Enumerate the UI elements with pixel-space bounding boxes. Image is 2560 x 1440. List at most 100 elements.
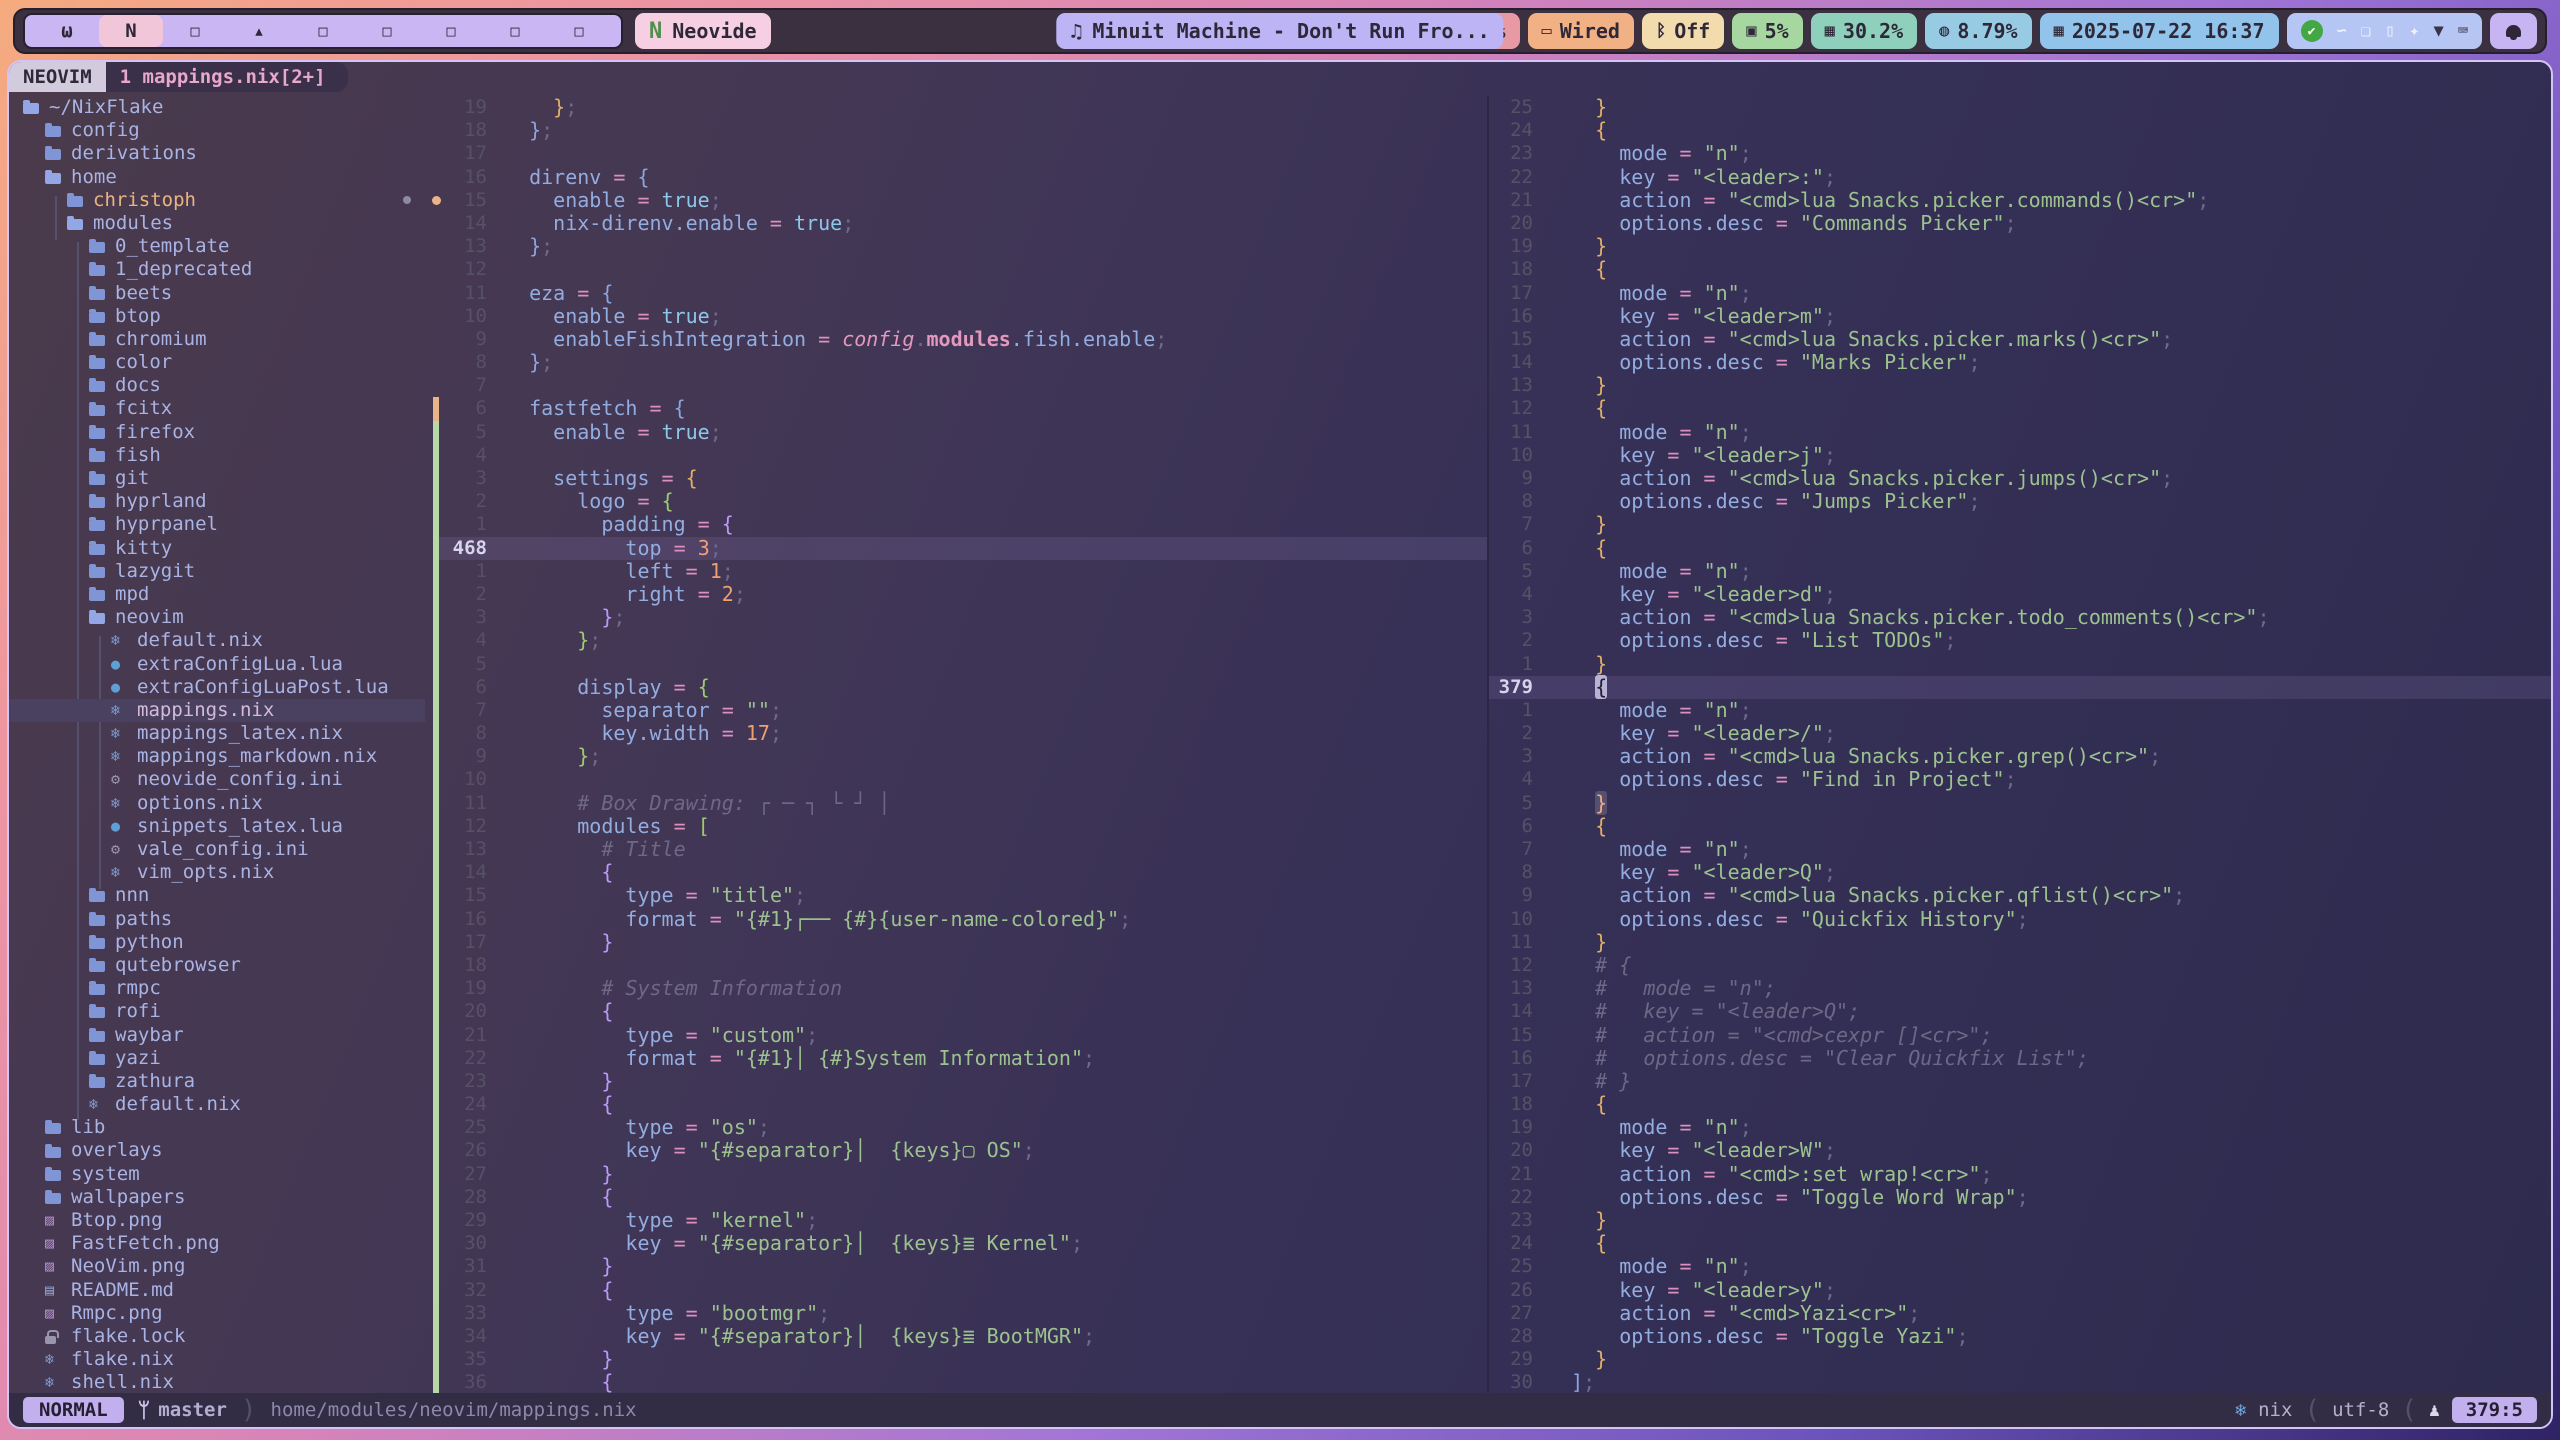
- tree-item-mappings-latex-nix[interactable]: ❄mappings_latex.nix: [9, 722, 425, 745]
- code-line[interactable]: 21 action = "<cmd>lua Snacks.picker.comm…: [1489, 189, 2551, 212]
- tray-triangle-icon[interactable]: ▼: [2434, 21, 2444, 41]
- tree-item-neovim[interactable]: neovim: [9, 606, 425, 629]
- tree-item-zathura[interactable]: zathura: [9, 1070, 425, 1093]
- code-line[interactable]: 22 options.desc = "Toggle Word Wrap";: [1489, 1186, 2551, 1209]
- workspace-square-icon[interactable]: □: [355, 15, 419, 47]
- code-line[interactable]: 12 modules = [: [433, 815, 1487, 838]
- code-line[interactable]: 32 {: [433, 1279, 1487, 1302]
- tree-item-color[interactable]: color: [9, 351, 425, 374]
- code-line[interactable]: 9 action = "<cmd>lua Snacks.picker.qflis…: [1489, 884, 2551, 907]
- code-line[interactable]: 20 options.desc = "Commands Picker";: [1489, 212, 2551, 235]
- tray-window-icon[interactable]: ❏: [2361, 21, 2371, 41]
- tree-item--nixflake[interactable]: ~/NixFlake: [9, 96, 425, 119]
- code-line[interactable]: 23 mode = "n";: [1489, 142, 2551, 165]
- active-window-pill[interactable]: N Neovide: [635, 13, 771, 49]
- code-line[interactable]: 6 display = {: [433, 676, 1487, 699]
- code-line[interactable]: 12 {: [1489, 397, 2551, 420]
- code-line[interactable]: 16 direnv = {: [433, 166, 1487, 189]
- code-line[interactable]: 10 enable = true;: [433, 305, 1487, 328]
- code-line[interactable]: 9 };: [433, 745, 1487, 768]
- code-line[interactable]: 2 logo = {: [433, 490, 1487, 513]
- code-line[interactable]: 30 key = "{#separator}│ {keys}≣ Kernel";: [433, 1232, 1487, 1255]
- code-line[interactable]: 5: [433, 653, 1487, 676]
- code-line[interactable]: 7 }: [1489, 513, 2551, 536]
- tree-item-system[interactable]: system: [9, 1163, 425, 1186]
- code-line[interactable]: 5 mode = "n";: [1489, 560, 2551, 583]
- code-line[interactable]: 7 mode = "n";: [1489, 838, 2551, 861]
- code-line[interactable]: 13 };: [433, 235, 1487, 258]
- workspace-square-icon[interactable]: □: [291, 15, 355, 47]
- code-line[interactable]: 16 # options.desc = "Clear Quickfix List…: [1489, 1047, 2551, 1070]
- tray-phone-icon[interactable]: ▯: [2385, 21, 2395, 41]
- workspace-square-icon[interactable]: □: [483, 15, 547, 47]
- code-line[interactable]: 10 options.desc = "Quickfix History";: [1489, 908, 2551, 931]
- tree-item-yazi[interactable]: yazi: [9, 1047, 425, 1070]
- tree-item-neovide-config-ini[interactable]: ⚙neovide_config.ini: [9, 768, 425, 791]
- tree-item-firefox[interactable]: firefox: [9, 421, 425, 444]
- code-line[interactable]: 17: [433, 142, 1487, 165]
- code-line[interactable]: 28 {: [433, 1186, 1487, 1209]
- code-line[interactable]: 21 action = "<cmd>:set wrap!<cr>";: [1489, 1163, 2551, 1186]
- code-line[interactable]: 30 ];: [1489, 1371, 2551, 1393]
- code-line[interactable]: 25 mode = "n";: [1489, 1255, 2551, 1278]
- tree-item-1-deprecated[interactable]: 1_deprecated: [9, 258, 425, 281]
- code-line[interactable]: 4 };: [433, 629, 1487, 652]
- code-line[interactable]: 24 {: [1489, 119, 2551, 142]
- code-line[interactable]: 8 key = "<leader>Q";: [1489, 861, 2551, 884]
- tree-item-vim-opts-nix[interactable]: ❄vim_opts.nix: [9, 861, 425, 884]
- code-line[interactable]: 5 enable = true;: [433, 421, 1487, 444]
- code-line[interactable]: 5 }: [1489, 792, 2551, 815]
- tree-item-fastfetch-png[interactable]: ▨FastFetch.png: [9, 1232, 425, 1255]
- tree-item-nnn[interactable]: nnn: [9, 884, 425, 907]
- code-line[interactable]: 8 options.desc = "Jumps Picker";: [1489, 490, 2551, 513]
- code-line[interactable]: 20 {: [433, 1000, 1487, 1023]
- editor-pane-right[interactable]: 25 }24 {23 mode = "n";22 key = "<leader>…: [1487, 96, 2551, 1393]
- code-line[interactable]: 27 }: [433, 1163, 1487, 1186]
- code-line[interactable]: 3 action = "<cmd>lua Snacks.picker.grep(…: [1489, 745, 2551, 768]
- disk-widget[interactable]: ◍8.79%: [1925, 13, 2031, 49]
- tree-item-wallpapers[interactable]: wallpapers: [9, 1186, 425, 1209]
- tree-item-shell-nix[interactable]: ❄shell.nix: [9, 1371, 425, 1393]
- code-line[interactable]: 15 # action = "<cmd>cexpr []<cr>";: [1489, 1024, 2551, 1047]
- system-tray[interactable]: ✔∽❏▯✦▼⌨: [2287, 13, 2483, 49]
- tree-item-mpd[interactable]: mpd: [9, 583, 425, 606]
- code-line[interactable]: 6 {: [1489, 537, 2551, 560]
- code-line[interactable]: 29 }: [1489, 1348, 2551, 1371]
- code-line[interactable]: 16 key = "<leader>m";: [1489, 305, 2551, 328]
- tree-item-rmpc-png[interactable]: ▨Rmpc.png: [9, 1302, 425, 1325]
- code-line[interactable]: 18 {: [1489, 258, 2551, 281]
- code-line[interactable]: 22 key = "<leader>:";: [1489, 166, 2551, 189]
- workspace-cat-icon[interactable]: ω: [35, 15, 99, 47]
- code-line[interactable]: 25 type = "os";: [433, 1116, 1487, 1139]
- code-line[interactable]: 1 left = 1;: [433, 560, 1487, 583]
- code-line[interactable]: 4: [433, 444, 1487, 467]
- tree-item-default-nix[interactable]: ❄default.nix: [9, 629, 425, 652]
- tree-item-hyprpanel[interactable]: hyprpanel: [9, 513, 425, 536]
- clock-widget[interactable]: ▦2025-07-22 16:37: [2040, 13, 2279, 49]
- tree-item-beets[interactable]: beets: [9, 282, 425, 305]
- code-line[interactable]: 1 }: [1489, 653, 2551, 676]
- code-line[interactable]: 1 padding = {: [433, 513, 1487, 536]
- code-line[interactable]: 15 enable = true;: [433, 189, 1487, 212]
- tree-item-rofi[interactable]: rofi: [9, 1000, 425, 1023]
- code-line[interactable]: 29 type = "kernel";: [433, 1209, 1487, 1232]
- tree-item-hyprland[interactable]: hyprland: [9, 490, 425, 513]
- code-line[interactable]: 19 mode = "n";: [1489, 1116, 2551, 1139]
- code-line[interactable]: 36 {: [433, 1371, 1487, 1393]
- code-line[interactable]: 14 # key = "<leader>Q";: [1489, 1000, 2551, 1023]
- tree-item-extraconfigluapost-lua[interactable]: ●extraConfigLuaPost.lua: [9, 676, 425, 699]
- tree-item-christoph[interactable]: christoph: [9, 189, 425, 212]
- code-line[interactable]: 28 options.desc = "Toggle Yazi";: [1489, 1325, 2551, 1348]
- code-line[interactable]: 4 key = "<leader>d";: [1489, 583, 2551, 606]
- git-branch[interactable]: ᛘ master: [138, 1398, 227, 1422]
- code-line[interactable]: 18 {: [1489, 1093, 2551, 1116]
- workspace-square-icon[interactable]: □: [547, 15, 611, 47]
- tree-item-extraconfiglua-lua[interactable]: ●extraConfigLua.lua: [9, 653, 425, 676]
- code-line[interactable]: 14 options.desc = "Marks Picker";: [1489, 351, 2551, 374]
- code-line[interactable]: 379 {: [1489, 676, 2551, 699]
- workspace-square-icon[interactable]: □: [163, 15, 227, 47]
- tree-item-waybar[interactable]: waybar: [9, 1024, 425, 1047]
- code-line[interactable]: 20 key = "<leader>W";: [1489, 1139, 2551, 1162]
- code-line[interactable]: 17 }: [433, 931, 1487, 954]
- bluetooth-widget[interactable]: ᛒOff: [1642, 13, 1724, 49]
